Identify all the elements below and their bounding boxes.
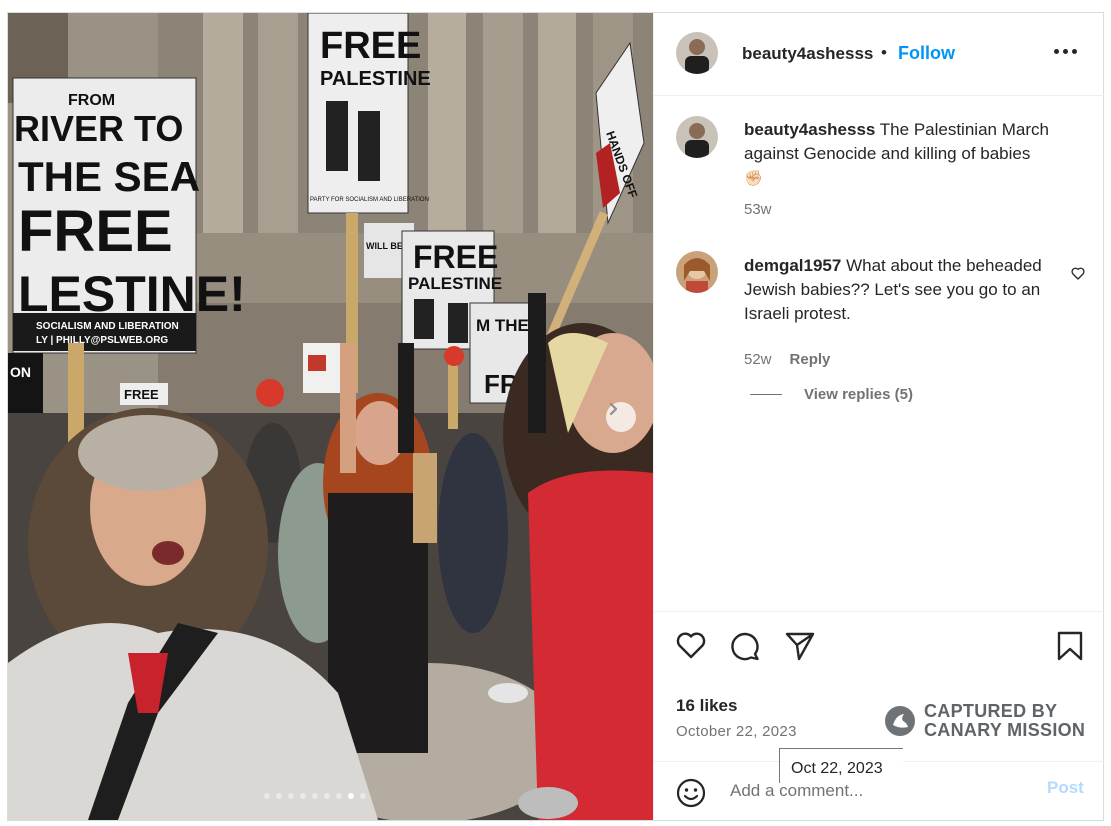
reply-button[interactable]: Reply bbox=[790, 351, 831, 368]
caption-username[interactable]: beauty4ashesss bbox=[744, 120, 875, 139]
caption-age[interactable]: 53w bbox=[744, 201, 772, 218]
sign-text: PARTY FOR SOCIALISM AND LIBERATION bbox=[310, 197, 429, 203]
canary-bird-icon bbox=[885, 706, 915, 736]
carousel-indicator bbox=[264, 793, 366, 799]
date-tooltip: Oct 22, 2023 bbox=[779, 748, 903, 783]
sign-text: SOCIALISM AND LIBERATION bbox=[36, 321, 179, 332]
post-date[interactable]: October 22, 2023 bbox=[676, 723, 797, 740]
avatar[interactable] bbox=[676, 251, 718, 293]
carousel-dot bbox=[324, 793, 330, 799]
post-author-username[interactable]: beauty4ashesss bbox=[742, 44, 873, 64]
sign-text: PALESTINE bbox=[320, 68, 431, 90]
sign-text: FREE bbox=[18, 199, 173, 264]
view-replies-label: View replies (5) bbox=[804, 386, 913, 403]
sign-text: FREE bbox=[124, 387, 159, 402]
carousel-dot bbox=[348, 793, 354, 799]
post-actions: 16 likes October 22, 2023 CAPTURED BY CA… bbox=[654, 611, 1104, 762]
chevron-right-icon bbox=[609, 402, 618, 416]
carousel-dot bbox=[336, 793, 342, 799]
share-icon[interactable] bbox=[784, 630, 816, 662]
post-header: beauty4ashesss • Follow bbox=[654, 13, 1104, 96]
sign-text: PALESTINE bbox=[408, 274, 502, 293]
post-photo[interactable]: FROM RIVER TO THE SEA FREE LESTINE! SOCI… bbox=[8, 13, 653, 820]
comment-username[interactable]: demgal1957 bbox=[744, 256, 841, 275]
comment-text: demgal1957 What about the beheaded Jewis… bbox=[744, 254, 1074, 326]
next-photo-button[interactable] bbox=[606, 402, 636, 432]
instagram-post: FROM RIVER TO THE SEA FREE LESTINE! SOCI… bbox=[7, 12, 1104, 821]
carousel-dot bbox=[276, 793, 282, 799]
carousel-dot bbox=[288, 793, 294, 799]
follow-button[interactable]: Follow bbox=[898, 43, 955, 64]
comment-meta: 52w Reply bbox=[744, 351, 830, 368]
sign-text: THE SEA bbox=[18, 153, 200, 200]
watermark-line: CANARY MISSION bbox=[924, 720, 1086, 740]
sign-text: FROM bbox=[68, 92, 115, 109]
separator-dot: • bbox=[881, 43, 887, 62]
protest-photo: FROM RIVER TO THE SEA FREE LESTINE! SOCI… bbox=[8, 13, 653, 820]
carousel-dot bbox=[264, 793, 270, 799]
post-comment-button[interactable]: Post bbox=[1047, 778, 1084, 798]
view-replies-button[interactable]: View replies (5) bbox=[750, 386, 913, 403]
like-comment-heart-icon[interactable] bbox=[1070, 265, 1086, 281]
divider-line bbox=[750, 394, 782, 395]
carousel-dot bbox=[300, 793, 306, 799]
carousel-dot bbox=[360, 793, 366, 799]
avatar[interactable] bbox=[676, 116, 718, 158]
likes-count[interactable]: 16 likes bbox=[676, 696, 737, 716]
carousel-dot bbox=[312, 793, 318, 799]
heart-icon[interactable] bbox=[675, 630, 707, 660]
comment-age[interactable]: 52w bbox=[744, 351, 772, 368]
sign-text: M THE bbox=[476, 316, 529, 335]
sign-text: ON bbox=[10, 364, 31, 380]
post-side-panel: beauty4ashesss • Follow beauty4ashesss T… bbox=[653, 13, 1104, 820]
bookmark-icon[interactable] bbox=[1056, 630, 1084, 662]
sign-text: FREE bbox=[413, 239, 498, 275]
caption-text: beauty4ashesss The Palestinian March aga… bbox=[744, 118, 1074, 191]
sign-text: LY | PHILLY@PSLWEB.ORG bbox=[36, 335, 168, 346]
raised-fist-emoji: ✊🏻 bbox=[744, 170, 763, 187]
canary-mission-watermark: CAPTURED BY CANARY MISSION bbox=[884, 702, 1085, 740]
sign-text: FREE bbox=[320, 25, 421, 67]
more-options-icon[interactable] bbox=[1054, 49, 1077, 54]
watermark-line: CAPTURED BY bbox=[924, 701, 1058, 721]
comment-icon[interactable] bbox=[729, 630, 761, 662]
sign-text: RIVER TO bbox=[14, 108, 183, 149]
avatar[interactable] bbox=[676, 32, 718, 74]
emoji-icon[interactable] bbox=[676, 778, 706, 808]
